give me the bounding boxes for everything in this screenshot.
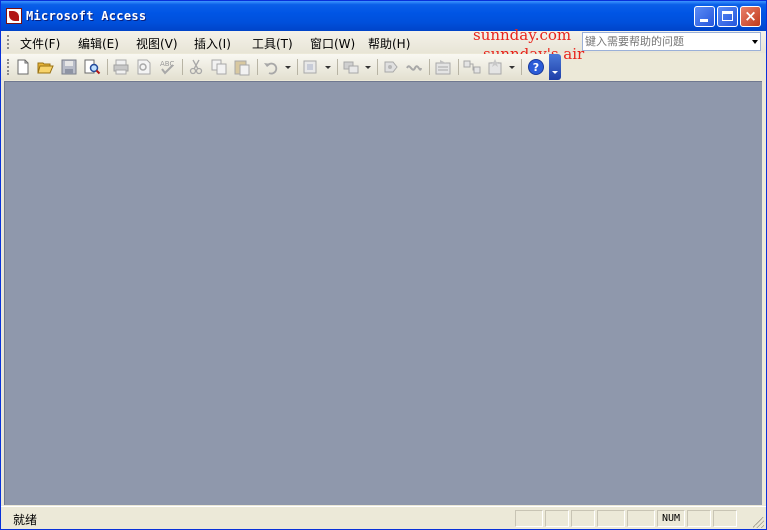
minimize-button[interactable]	[694, 6, 715, 27]
spelling-icon[interactable]: ABC	[158, 58, 176, 76]
toolbar-separator	[257, 59, 258, 75]
status-text: 就绪	[13, 513, 38, 527]
toolbar-separator	[182, 59, 183, 75]
copy-icon[interactable]	[210, 58, 228, 76]
chevron-down-icon[interactable]	[752, 40, 758, 44]
help-icon[interactable]: ?	[527, 58, 545, 76]
resize-grip[interactable]	[753, 517, 764, 528]
ask-question-box[interactable]	[582, 32, 761, 51]
undo-dropdown-arrow[interactable]	[285, 66, 291, 69]
code-icon[interactable]	[382, 58, 400, 76]
menu-help[interactable]: 帮助(H)	[368, 35, 410, 52]
minimize-icon	[700, 19, 708, 22]
status-pane	[687, 510, 711, 527]
num-lock-indicator: NUM	[657, 510, 685, 527]
print-preview-icon[interactable]	[135, 58, 153, 76]
maximize-icon	[722, 11, 733, 21]
undo-icon[interactable]	[262, 58, 280, 76]
analyze-dropdown-arrow[interactable]	[365, 66, 371, 69]
cut-icon[interactable]	[187, 58, 205, 76]
toolbar-separator	[458, 59, 459, 75]
toolbar-separator	[521, 59, 522, 75]
mdi-workspace[interactable]	[4, 81, 762, 505]
toolbar-separator	[429, 59, 430, 75]
menu-edit[interactable]: 编辑(E)	[78, 35, 119, 52]
menu-window[interactable]: 窗口(W)	[310, 35, 355, 52]
window-title: Microsoft Access	[26, 9, 147, 23]
watermark-line-1: sunnday.com	[473, 26, 572, 44]
new-object-dropdown-arrow[interactable]	[509, 66, 515, 69]
toolbar-options-icon[interactable]	[549, 54, 561, 80]
status-pane	[545, 510, 569, 527]
title-bar[interactable]: Microsoft Access ×	[1, 1, 766, 31]
status-pane	[571, 510, 595, 527]
print-icon[interactable]	[112, 58, 130, 76]
open-icon[interactable]	[37, 58, 55, 76]
access-app-icon[interactable]	[6, 8, 22, 24]
toolbar-grip[interactable]	[7, 59, 11, 75]
analyze-icon[interactable]	[342, 58, 360, 76]
menubar-grip[interactable]	[7, 35, 11, 49]
ask-question-input[interactable]	[585, 33, 745, 50]
paste-icon[interactable]	[233, 58, 251, 76]
toolbar-separator	[377, 59, 378, 75]
script-icon[interactable]	[405, 58, 423, 76]
toolbar-separator	[297, 59, 298, 75]
menu-insert[interactable]: 插入(I)	[194, 35, 231, 52]
menu-tools[interactable]: 工具(T)	[252, 35, 293, 52]
status-pane	[713, 510, 737, 527]
status-pane	[627, 510, 655, 527]
access-window: Microsoft Access × 文件(F) 编辑(E) 视图(V) 插入(…	[0, 0, 767, 530]
svg-text:?: ?	[533, 61, 539, 74]
properties-icon[interactable]	[434, 58, 452, 76]
office-links-icon[interactable]	[302, 58, 320, 76]
status-pane	[597, 510, 625, 527]
menu-file[interactable]: 文件(F)	[20, 35, 60, 52]
status-pane	[515, 510, 543, 527]
database-toolbar: ABC ?	[1, 54, 561, 80]
close-button[interactable]: ×	[740, 6, 761, 27]
close-icon: ×	[744, 7, 757, 25]
maximize-button[interactable]	[717, 6, 738, 27]
new-icon[interactable]	[14, 58, 32, 76]
toolbar-separator	[337, 59, 338, 75]
file-search-icon[interactable]	[83, 58, 101, 76]
office-links-dropdown-arrow[interactable]	[325, 66, 331, 69]
menu-view[interactable]: 视图(V)	[136, 35, 178, 52]
save-icon[interactable]	[60, 58, 78, 76]
status-bar: 就绪 NUM	[1, 506, 766, 529]
new-object-icon[interactable]	[486, 58, 504, 76]
relationships-icon[interactable]	[463, 58, 481, 76]
toolbar-separator	[107, 59, 108, 75]
